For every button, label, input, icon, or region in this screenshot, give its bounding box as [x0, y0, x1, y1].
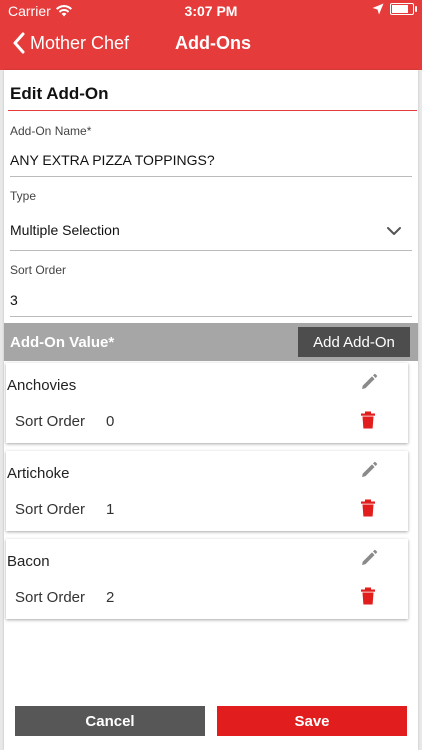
addon-value-header: Add-On Value* Add Add-On — [4, 323, 418, 361]
addon-sort-label: Sort Order — [15, 589, 86, 606]
edit-icon[interactable] — [360, 461, 378, 479]
addon-value-label: Add-On Value* — [10, 334, 115, 351]
addon-card: Artichoke Sort Order 1 — [6, 451, 408, 531]
delete-icon[interactable] — [360, 411, 376, 429]
addon-card: Bacon Sort Order 2 — [6, 539, 408, 619]
status-bar: Carrier 3:07 PM — [0, 0, 422, 22]
add-addon-button[interactable]: Add Add-On — [298, 327, 410, 357]
save-button[interactable]: Save — [217, 706, 407, 736]
action-bar: Cancel Save — [4, 706, 418, 736]
sort-order-label: Sort Order — [10, 263, 67, 277]
addon-sort-value: 2 — [106, 589, 115, 606]
addon-name-label: Add-On Name* — [10, 124, 92, 138]
addon-sort-value: 1 — [106, 501, 115, 518]
type-underline — [10, 250, 412, 251]
cancel-button[interactable]: Cancel — [15, 706, 205, 736]
location-arrow-icon — [372, 3, 384, 15]
edit-icon[interactable] — [360, 549, 378, 567]
clock: 3:07 PM — [184, 3, 238, 19]
back-label: Mother Chef — [30, 32, 130, 53]
type-label: Type — [10, 189, 37, 203]
sort-order-underline — [10, 316, 412, 317]
chevron-left-icon — [13, 32, 25, 54]
addon-name-input[interactable]: ANY EXTRA PIZZA TOPPINGS? — [10, 152, 215, 168]
addon-name: Bacon — [7, 553, 50, 570]
edit-icon[interactable] — [360, 373, 378, 391]
delete-icon[interactable] — [360, 499, 376, 517]
form-title: Edit Add-On — [10, 84, 109, 103]
title-divider — [8, 110, 417, 111]
delete-icon[interactable] — [360, 587, 376, 605]
addon-card: Anchovies Sort Order 0 — [6, 363, 408, 443]
edit-addon-panel: Edit Add-On Add-On Name* ANY EXTRA PIZZA… — [4, 70, 418, 750]
addon-sort-label: Sort Order — [15, 413, 86, 430]
addon-sort-value: 0 — [106, 413, 115, 430]
addon-sort-label: Sort Order — [15, 501, 86, 518]
addon-name: Artichoke — [7, 465, 70, 482]
addon-name: Anchovies — [7, 377, 77, 394]
nav-bar: Mother Chef Add-Ons — [0, 30, 422, 60]
back-button[interactable]: Mother Chef — [12, 32, 129, 54]
chevron-down-icon[interactable] — [386, 223, 402, 239]
page-title: Add-Ons — [175, 33, 251, 53]
header-bar: Carrier 3:07 PM Mother Chef Add-Ons — [0, 0, 422, 70]
type-select[interactable]: Multiple Selection — [10, 222, 120, 238]
battery-icon — [390, 3, 417, 15]
sort-order-input[interactable]: 3 — [10, 292, 18, 308]
addon-name-underline — [10, 176, 412, 177]
